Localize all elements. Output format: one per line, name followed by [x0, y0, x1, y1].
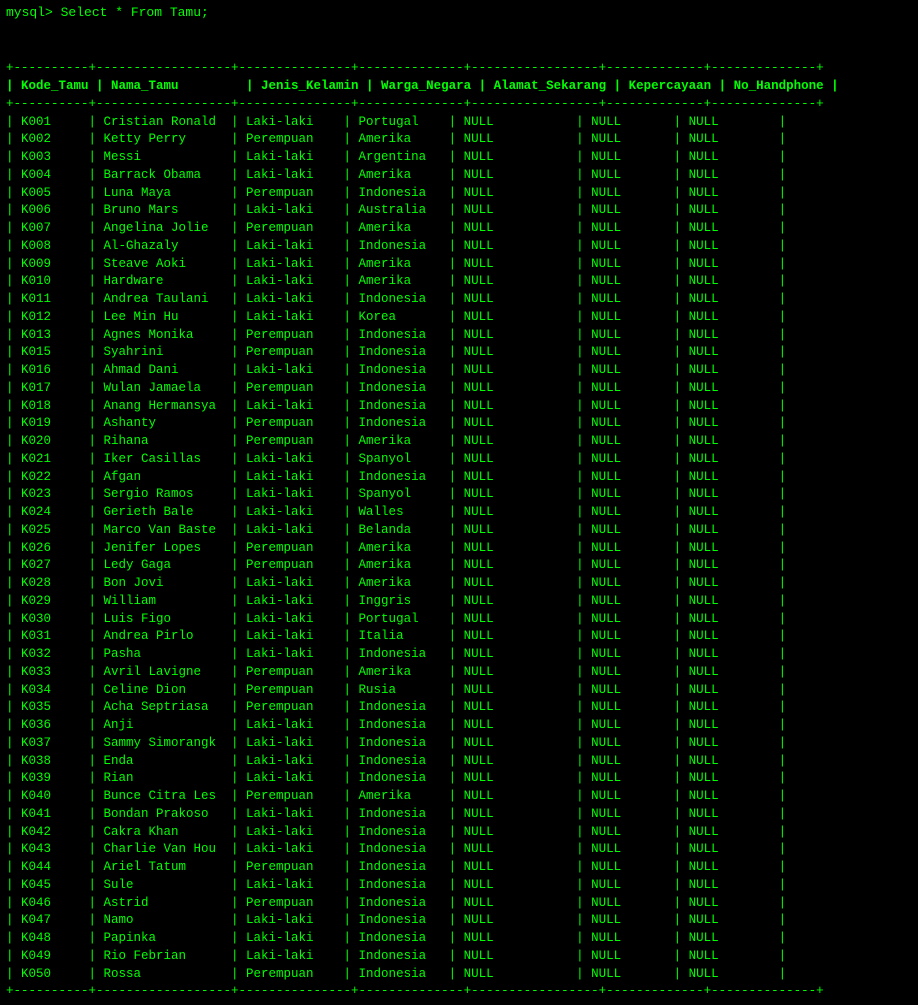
table-row: | K037 | Sammy Simorangk | Laki-laki | I… — [6, 735, 912, 753]
table-row: | K029 | William | Laki-laki | Inggris |… — [6, 593, 912, 611]
table-row: | K034 | Celine Dion | Perempuan | Rusia… — [6, 682, 912, 700]
table-row: | K021 | Iker Casillas | Laki-laki | Spa… — [6, 451, 912, 469]
table-row: | K046 | Astrid | Perempuan | Indonesia … — [6, 895, 912, 913]
table-row: | K048 | Papinka | Laki-laki | Indonesia… — [6, 930, 912, 948]
table-row: | K035 | Acha Septriasa | Perempuan | In… — [6, 699, 912, 717]
table-row: | K015 | Syahrini | Perempuan | Indonesi… — [6, 344, 912, 362]
table-row: | K017 | Wulan Jamaela | Perempuan | Ind… — [6, 380, 912, 398]
table-row: | K003 | Messi | Laki-laki | Argentina |… — [6, 149, 912, 167]
table-row: | K022 | Afgan | Laki-laki | Indonesia |… — [6, 469, 912, 487]
table-row: | K044 | Ariel Tatum | Perempuan | Indon… — [6, 859, 912, 877]
table-row: | K009 | Steave Aoki | Laki-laki | Ameri… — [6, 256, 912, 274]
table-row: | K024 | Gerieth Bale | Laki-laki | Wall… — [6, 504, 912, 522]
table-row: | K004 | Barrack Obama | Laki-laki | Ame… — [6, 167, 912, 185]
table-row: | K010 | Hardware | Laki-laki | Amerika … — [6, 273, 912, 291]
table-row: | K042 | Cakra Khan | Laki-laki | Indone… — [6, 824, 912, 842]
table-row: | K013 | Agnes Monika | Perempuan | Indo… — [6, 327, 912, 345]
table-row: | K020 | Rihana | Perempuan | Amerika | … — [6, 433, 912, 451]
table-row: | K011 | Andrea Taulani | Laki-laki | In… — [6, 291, 912, 309]
table-row: | K018 | Anang Hermansya | Laki-laki | I… — [6, 398, 912, 416]
table-row: | K019 | Ashanty | Perempuan | Indonesia… — [6, 415, 912, 433]
table-row: | K006 | Bruno Mars | Laki-laki | Austra… — [6, 202, 912, 220]
table-row: | K026 | Jenifer Lopes | Perempuan | Ame… — [6, 540, 912, 558]
table-row: | K008 | Al-Ghazaly | Laki-laki | Indone… — [6, 238, 912, 256]
table-row: | K002 | Ketty Perry | Perempuan | Ameri… — [6, 131, 912, 149]
sql-prompt: mysql> Select * From Tamu; — [6, 4, 912, 23]
table-row: | K032 | Pasha | Laki-laki | Indonesia |… — [6, 646, 912, 664]
table-row: | K047 | Namo | Laki-laki | Indonesia | … — [6, 912, 912, 930]
table-row: | K049 | Rio Febrian | Laki-laki | Indon… — [6, 948, 912, 966]
table-row: | K023 | Sergio Ramos | Laki-laki | Span… — [6, 486, 912, 504]
table-row: | K050 | Rossa | Perempuan | Indonesia |… — [6, 966, 912, 984]
table-row: | K005 | Luna Maya | Perempuan | Indones… — [6, 185, 912, 203]
table-row: | K041 | Bondan Prakoso | Laki-laki | In… — [6, 806, 912, 824]
table-row: | K038 | Enda | Laki-laki | Indonesia | … — [6, 753, 912, 771]
table-row: | K027 | Ledy Gaga | Perempuan | Amerika… — [6, 557, 912, 575]
table-row: | K001 | Cristian Ronald | Laki-laki | P… — [6, 114, 912, 132]
table-row: | K045 | Sule | Laki-laki | Indonesia | … — [6, 877, 912, 895]
table-row: | K033 | Avril Lavigne | Perempuan | Ame… — [6, 664, 912, 682]
table-row: | K025 | Marco Van Baste | Laki-laki | B… — [6, 522, 912, 540]
table-row: | K012 | Lee Min Hu | Laki-laki | Korea … — [6, 309, 912, 327]
table-row: | K036 | Anji | Laki-laki | Indonesia | … — [6, 717, 912, 735]
table-row: | K028 | Bon Jovi | Laki-laki | Amerika … — [6, 575, 912, 593]
table-row: | K016 | Ahmad Dani | Laki-laki | Indone… — [6, 362, 912, 380]
table-row: | K031 | Andrea Pirlo | Laki-laki | Ital… — [6, 628, 912, 646]
table-row: | K043 | Charlie Van Hou | Laki-laki | I… — [6, 841, 912, 859]
table-row: | K040 | Bunce Citra Les | Perempuan | A… — [6, 788, 912, 806]
table-row: | K039 | Rian | Laki-laki | Indonesia | … — [6, 770, 912, 788]
table-row: | K030 | Luis Figo | Laki-laki | Portuga… — [6, 611, 912, 629]
query-results: +----------+------------------+---------… — [6, 25, 912, 1001]
terminal-window: mysql> Select * From Tamu; +----------+-… — [6, 4, 912, 1001]
table-row: | K007 | Angelina Jolie | Perempuan | Am… — [6, 220, 912, 238]
